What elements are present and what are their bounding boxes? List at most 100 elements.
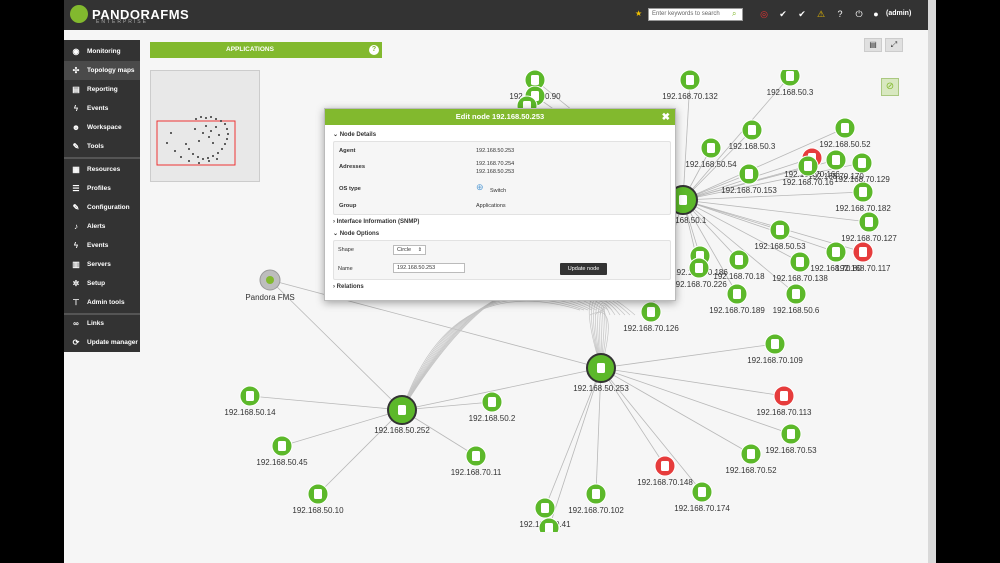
shape-select[interactable]: Circle ⇕ (393, 245, 426, 255)
power-icon[interactable]: ⏻ (853, 8, 865, 20)
node-details-toggle[interactable]: ⌄ Node Details (333, 131, 376, 138)
map-node[interactable]: 192.168.70.113 (756, 385, 812, 417)
map-node[interactable]: 192.168.70.11 (451, 445, 502, 477)
map-node[interactable]: 192.168.50.14 (224, 385, 276, 417)
map-node[interactable]: 192.168.50.2 (469, 391, 516, 423)
group-label: Group (339, 203, 357, 209)
sidebar-item-label: Reporting (87, 86, 118, 93)
help-icon[interactable]: ? (834, 8, 846, 20)
star-icon[interactable]: ★ (635, 9, 642, 18)
pandora-logo-icon (266, 276, 274, 284)
globe-icon: ⊕ (476, 182, 484, 192)
minimap-viewport[interactable] (156, 120, 236, 166)
sidebar-item-monitoring[interactable]: ◉ Monitoring (64, 42, 140, 61)
node-label: 192.168.70.226 (671, 280, 727, 289)
node-label: 192.168.70.53 (765, 446, 817, 455)
sidebar-item-workspace[interactable]: ☻ Workspace (64, 118, 140, 137)
agent-value: 192.168.50.253 (476, 148, 515, 154)
fullscreen-icon[interactable]: ⤢ (885, 38, 903, 52)
map-node[interactable]: 192.168.50.3 (729, 119, 776, 151)
pandora-logo-icon (70, 5, 88, 23)
sidebar-menu: ◉ Monitoring ✣ Topology maps ▤ Reporting ϟ E… (64, 40, 140, 352)
map-node[interactable]: 192.168.70.102 (568, 483, 624, 515)
user-icon[interactable]: ● (870, 8, 882, 20)
close-icon[interactable]: ✖ (662, 110, 670, 126)
sidebar-item-resources[interactable]: ▦ Resources (64, 160, 140, 179)
linux-icon (745, 169, 753, 179)
map-node[interactable]: 192.168.50.10 (292, 483, 344, 515)
shape-selected-value: Circle (397, 247, 412, 253)
linux-icon (858, 158, 866, 168)
minimap[interactable] (150, 70, 260, 182)
map-node[interactable]: 192.168.50.52 (819, 117, 871, 149)
node-label: 192.168.50.45 (256, 458, 308, 467)
update-node-button[interactable]: Update node (560, 263, 607, 275)
map-node[interactable]: 192.168.70.127 (841, 211, 897, 243)
map-node[interactable]: 192.168.70.53 (765, 423, 817, 455)
switch-icon (597, 363, 605, 373)
minimap-dots (166, 116, 229, 164)
sidebar-item-links[interactable]: ∞ Links (64, 314, 140, 333)
search-icon[interactable]: ⌕ (732, 9, 736, 19)
section-title: Interface Information (SNMP) (336, 219, 420, 225)
sidebar-item-profiles[interactable]: ☰ Profiles (64, 179, 140, 198)
sidebar-item-setup[interactable]: ✲ Setup (64, 274, 140, 293)
list-view-icon[interactable]: ▤ (864, 38, 882, 52)
node-label: 192.168.50.53 (754, 242, 806, 251)
android-icon (832, 155, 840, 165)
sidebar-item-servers[interactable]: ▥ Servers (64, 255, 140, 274)
android-icon (841, 123, 849, 133)
sidebar-item-tools[interactable]: ✎ Tools (64, 137, 140, 156)
interface-info-toggle[interactable]: › Interface Information (SNMP) (333, 219, 419, 225)
node-options-toggle[interactable]: ⌄ Node Options (333, 230, 379, 237)
sidebar-item-configuration[interactable]: ✎ Configuration (64, 198, 140, 217)
check-circle-icon[interactable]: ✔ (777, 8, 789, 20)
user-label[interactable]: (admin) (886, 10, 911, 17)
node-label: 192.168.50.3 (729, 142, 776, 151)
check-icon[interactable]: ✔ (796, 8, 808, 20)
android-icon (686, 75, 694, 85)
search-input[interactable]: Enter keywords to search (648, 8, 743, 21)
sidebar-item-reporting[interactable]: ▤ Reporting (64, 80, 140, 99)
map-node[interactable]: 192.168.50.253 (573, 353, 629, 393)
map-node[interactable]: 192.168.70.182 (835, 181, 891, 213)
windows-icon (796, 257, 804, 267)
window-scrollbar[interactable] (928, 0, 936, 563)
pandora-logo[interactable]: PANDORAFMS ENTERPRISE (70, 5, 189, 25)
sidebar-item-alerts[interactable]: ♪ Alerts (64, 217, 140, 236)
sidebar-item-topology-maps[interactable]: ✣ Topology maps (64, 61, 140, 80)
map-node[interactable]: 192.168.70.126 (623, 301, 679, 333)
linux-icon (859, 187, 867, 197)
map-node[interactable]: 192.168.70.132 (662, 70, 718, 101)
warning-icon[interactable]: ⚠ (815, 8, 827, 20)
applications-tab[interactable]: APPLICATIONS ? (150, 42, 382, 58)
lightning-icon: ϟ (73, 103, 79, 113)
server-icon: ▥ (72, 259, 80, 269)
node-label: 192.168.70.153 (721, 186, 777, 195)
map-node[interactable]: 192.168.50.3 (767, 70, 814, 97)
agent-label: Agent (339, 148, 356, 154)
name-input[interactable]: 192.168.50.253 (393, 263, 465, 273)
map-node[interactable]: 192.168.50.6 (773, 283, 820, 315)
sidebar-item-events-admin[interactable]: ϟ Events (64, 236, 140, 255)
map-node[interactable]: 192.168.70.109 (747, 333, 803, 365)
android-icon (776, 225, 784, 235)
sidebar-item-events[interactable]: ϟ Events (64, 99, 140, 118)
node-label: 192.168.50.10 (292, 506, 344, 515)
android-icon (698, 487, 706, 497)
info-icon[interactable]: ? (369, 45, 379, 55)
database-icon: ▦ (72, 164, 80, 174)
sidebar-item-update-manager[interactable]: ⟳ Update manager (64, 333, 140, 352)
hide-eye-icon[interactable]: ⊘ (881, 78, 899, 96)
sidebar-item-admin-tools[interactable]: ⊤ Admin tools (64, 293, 140, 312)
section-title: Relations (336, 284, 364, 290)
android-icon (488, 397, 496, 407)
lifebuoy-icon[interactable]: ◎ (758, 8, 770, 20)
node-label: 192.168.50.14 (224, 408, 276, 417)
node-label: 192.168.70.11 (451, 468, 502, 477)
android-icon (647, 307, 655, 317)
relations-toggle[interactable]: › Relations (333, 284, 364, 290)
android-icon (786, 71, 794, 81)
wrench-icon: ✎ (72, 141, 80, 151)
linux-icon (695, 263, 703, 273)
